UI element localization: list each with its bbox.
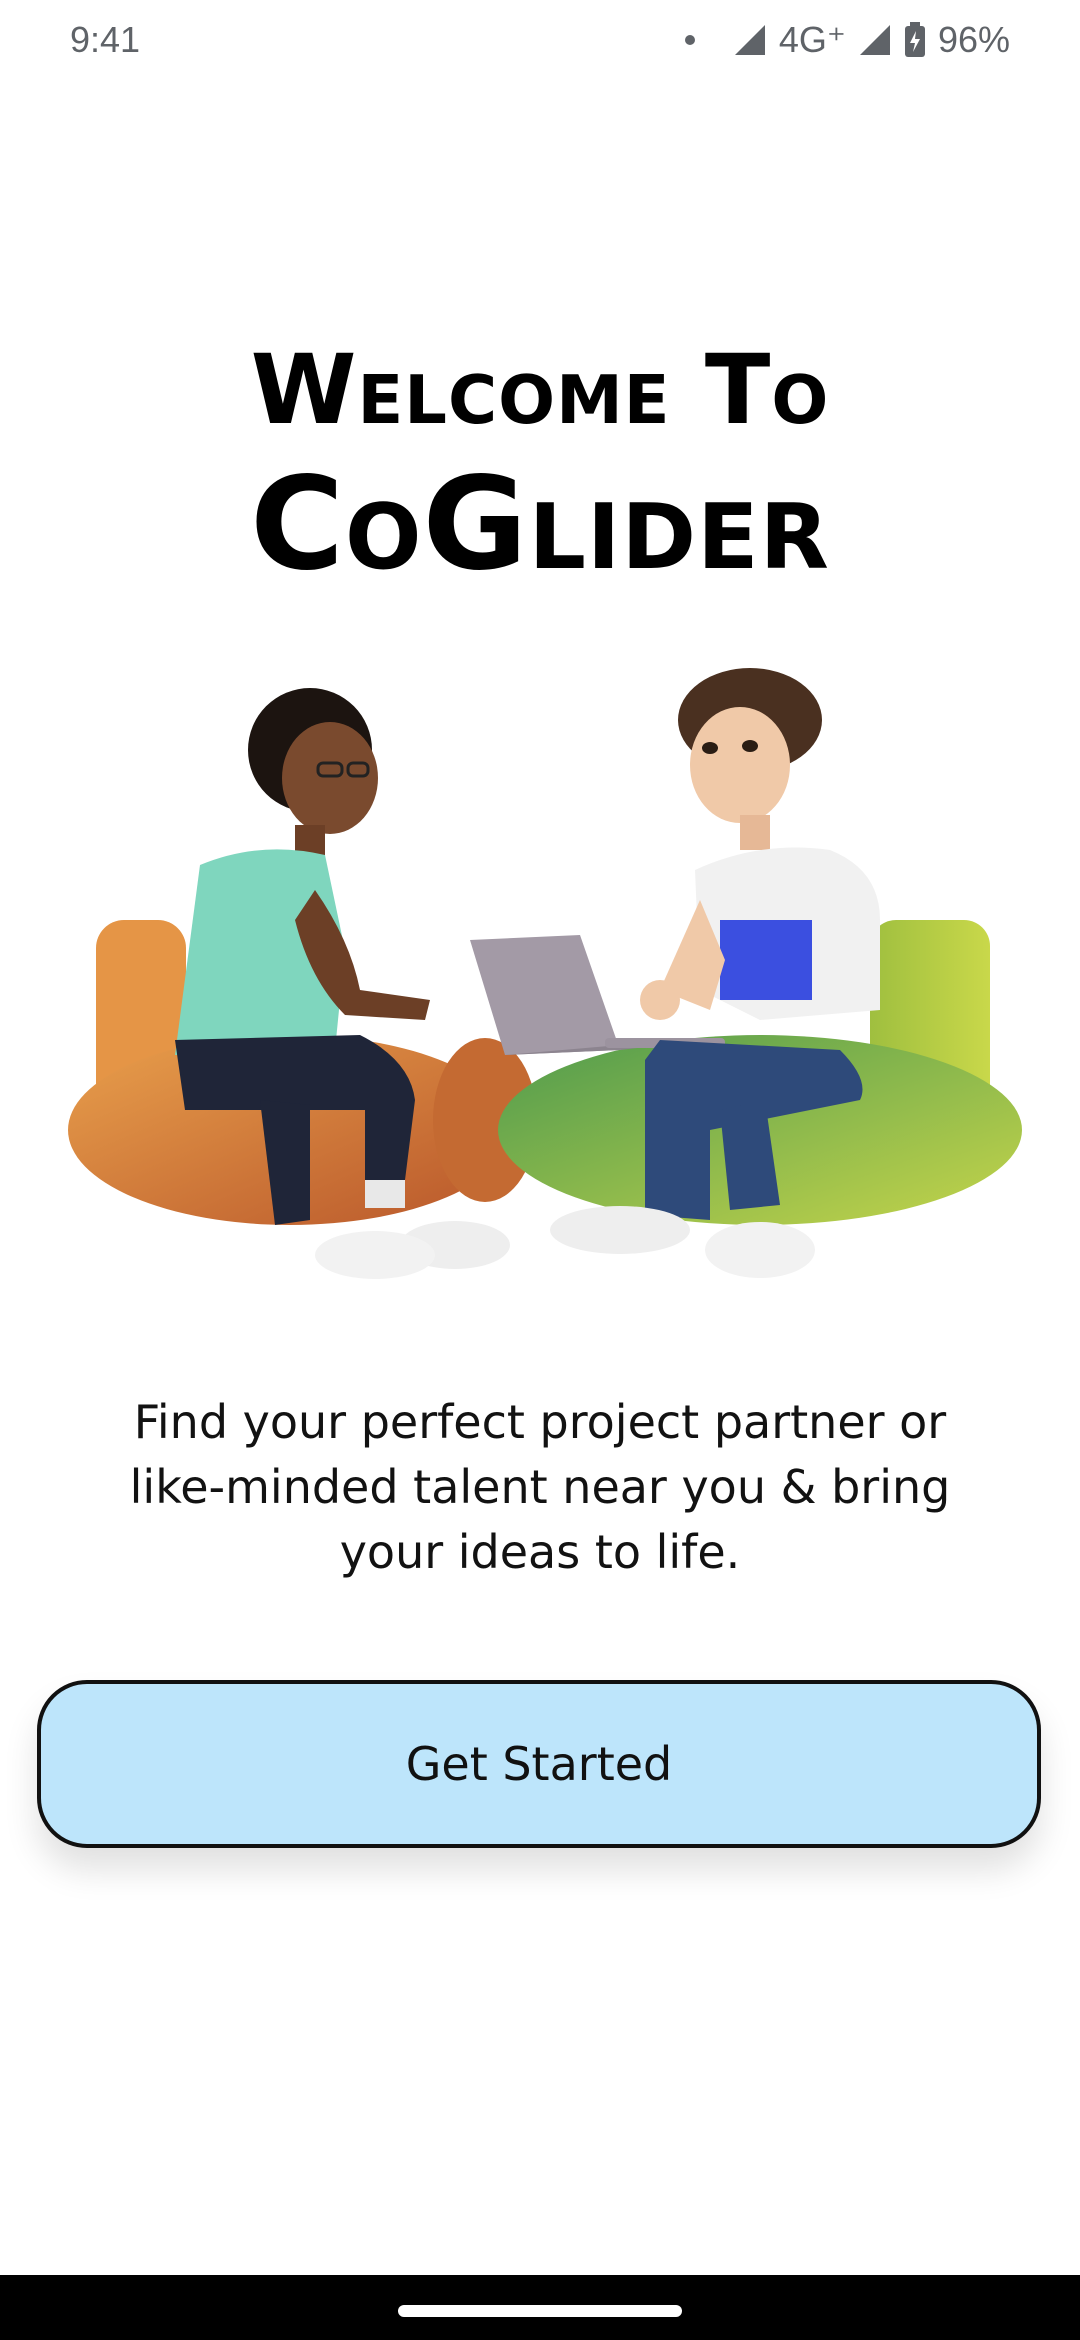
welcome-title: Welcome To CoGlider <box>0 330 1080 600</box>
network-type: 4G⁺ <box>778 19 846 60</box>
battery-charging-icon <box>904 22 925 57</box>
home-indicator-handle[interactable] <box>398 2305 682 2317</box>
get-started-label: Get Started <box>405 1737 673 1791</box>
tagline: Find your perfect project partner or lik… <box>129 1395 951 1579</box>
app-name: CoGlider <box>250 450 830 599</box>
battery-percent: 96% <box>937 19 1010 60</box>
signal-icon <box>859 25 890 55</box>
notification-dot-icon <box>684 35 695 45</box>
status-bar: 9:41 4G⁺ 96% <box>0 0 1080 80</box>
status-time: 9:41 <box>70 19 141 60</box>
signal-icon <box>734 25 765 55</box>
hero-illustration <box>68 668 1022 1279</box>
get-started-button[interactable]: Get Started <box>37 1680 1041 1848</box>
status-icons: 4G⁺ 96% <box>684 19 1010 61</box>
title-line-1: Welcome To <box>250 334 830 446</box>
